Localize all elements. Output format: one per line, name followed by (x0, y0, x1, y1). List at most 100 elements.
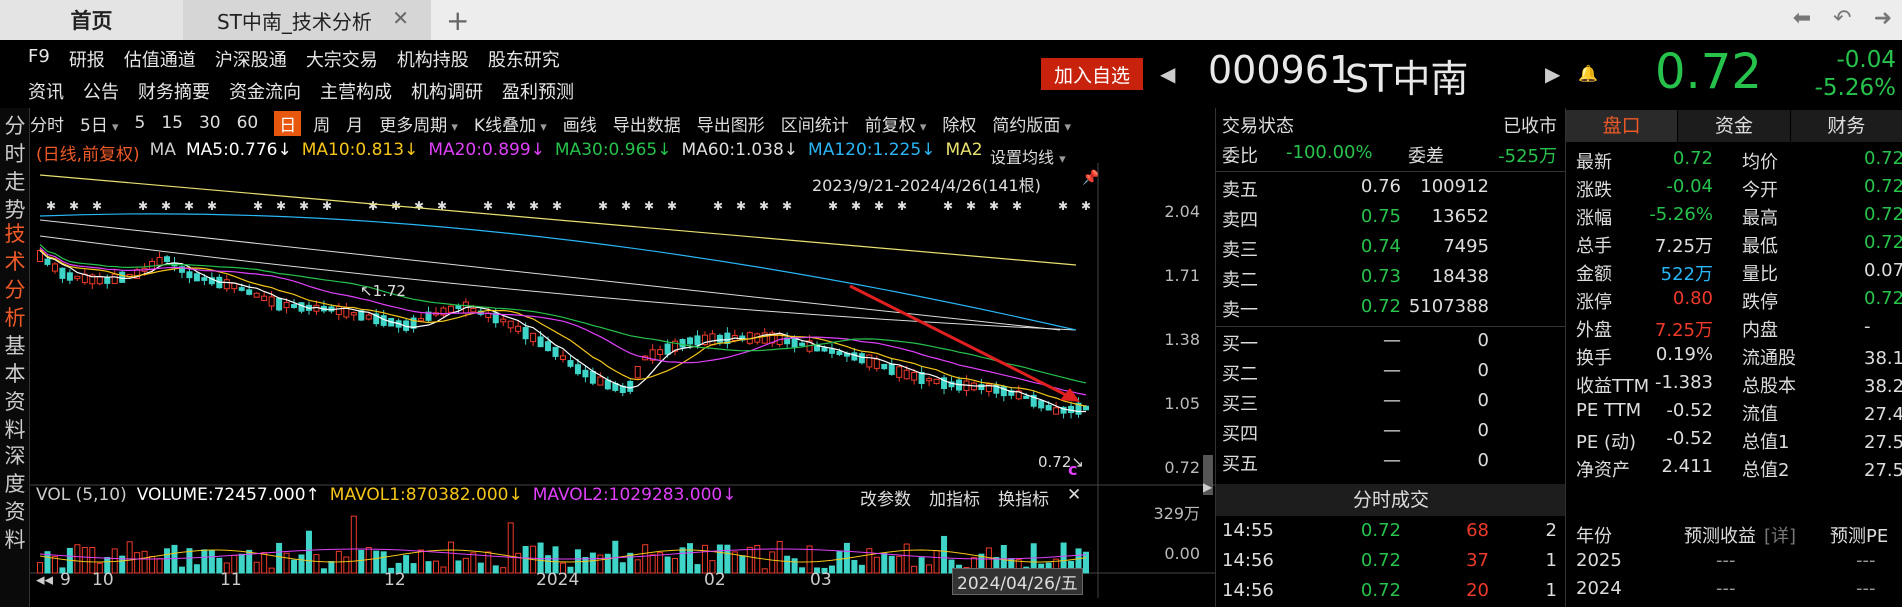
prev-stock-icon[interactable]: ◀ (1160, 62, 1175, 86)
event-marker[interactable]: ✱ (644, 199, 654, 213)
ask-row[interactable]: 卖三 0.74 7495 (1216, 236, 1561, 266)
volume-bar (328, 561, 335, 574)
event-marker[interactable]: ✱ (299, 199, 309, 213)
menu-item[interactable]: 大宗交易 (306, 46, 378, 72)
scroll-left-icon[interactable]: ◂◂ (36, 570, 53, 590)
event-marker[interactable]: ✱ (598, 199, 608, 213)
bell-icon[interactable]: 🔔 (1578, 64, 1598, 83)
event-marker[interactable]: ✱ (437, 199, 447, 213)
volume-bar (537, 542, 544, 574)
menu-item[interactable]: 盈利预测 (502, 78, 574, 104)
event-marker[interactable]: ✱ (667, 199, 677, 213)
volume-bar (687, 543, 694, 574)
event-marker[interactable]: ✱ (828, 199, 838, 213)
event-marker[interactable]: ✱ (851, 199, 861, 213)
close-icon[interactable]: ✕ (392, 6, 409, 30)
candle-body (1023, 395, 1030, 399)
candle-body (858, 353, 865, 364)
tab-quote[interactable]: 盘口 (1566, 110, 1679, 142)
menu-item[interactable]: 资金流向 (229, 78, 301, 104)
event-marker[interactable]: ✱ (1081, 199, 1091, 213)
bid-row[interactable]: 买四 — 0 (1216, 420, 1561, 450)
event-marker[interactable]: ✱ (874, 199, 884, 213)
event-marker[interactable]: ✱ (253, 199, 263, 213)
event-marker[interactable]: ✱ (322, 199, 332, 213)
event-marker[interactable]: ✱ (989, 199, 999, 213)
add-tab-icon[interactable]: + (446, 4, 469, 37)
event-marker[interactable]: ✱ (1012, 199, 1022, 213)
event-marker[interactable]: ✱ (506, 199, 516, 213)
candle-body (873, 358, 880, 369)
event-marker[interactable]: ✱ (736, 199, 746, 213)
edit-params-button[interactable]: 改参数 (860, 485, 911, 510)
ask-row[interactable]: 卖一 0.72 5107388 (1216, 296, 1561, 326)
event-marker[interactable]: ✱ (897, 199, 907, 213)
tab-technical-analysis[interactable]: ST中南_技术分析 ✕ (183, 0, 431, 40)
undo-icon[interactable]: ↶ (1833, 6, 1851, 31)
event-marker[interactable]: ✱ (966, 199, 976, 213)
quote-value: 0.19% (1655, 344, 1713, 365)
menu-item[interactable]: F9 (28, 46, 50, 72)
event-marker[interactable]: ✱ (943, 199, 953, 213)
event-marker[interactable]: ✱ (1058, 199, 1068, 213)
ask-row[interactable]: 卖四 0.75 13652 (1216, 206, 1561, 236)
menu-item[interactable]: 财务摘要 (138, 78, 210, 104)
event-marker[interactable]: ✱ (552, 199, 562, 213)
bid-label: 买五 (1222, 454, 1258, 475)
menu-item[interactable]: 主营构成 (320, 78, 392, 104)
event-marker[interactable]: ✱ (782, 199, 792, 213)
tab-home[interactable]: 首页 (0, 0, 183, 40)
bid-row[interactable]: 买三 — 0 (1216, 390, 1561, 420)
event-marker[interactable]: ✱ (621, 199, 631, 213)
next-stock-icon[interactable]: ▶ (1545, 62, 1560, 86)
menu-item[interactable]: 公告 (83, 78, 119, 104)
volume-tools: 改参数 加指标 换指标 ✕ (860, 485, 1081, 510)
event-marker[interactable]: ✱ (161, 199, 171, 213)
ask-price: 0.76 (1360, 176, 1401, 197)
event-marker[interactable]: ✱ (368, 199, 378, 213)
event-marker[interactable]: ✱ (713, 199, 723, 213)
forecast-year-header: 年份 (1576, 526, 1612, 547)
volume-bar (186, 548, 193, 574)
ask-row[interactable]: 卖二 0.73 18438 (1216, 266, 1561, 296)
add-to-watchlist-button[interactable]: 加入自选 (1041, 58, 1143, 90)
event-marker[interactable]: ✱ (92, 199, 102, 213)
menu-item[interactable]: 估值通道 (124, 46, 196, 72)
candle-body (926, 378, 933, 382)
forecast-year: 2024 (1576, 578, 1622, 599)
forward-icon[interactable]: ➜ (1874, 6, 1892, 31)
menu-item[interactable]: 研报 (69, 46, 105, 72)
back-icon[interactable]: ⬅ (1793, 6, 1811, 31)
event-marker[interactable]: ✱ (414, 199, 424, 213)
bid-row[interactable]: 买一 — 0 (1216, 330, 1561, 360)
add-indicator-button[interactable]: 加指标 (929, 485, 980, 510)
tab-finance[interactable]: 财务 (1790, 110, 1902, 142)
event-marker[interactable]: ✱ (207, 199, 217, 213)
menu-item[interactable]: 资讯 (28, 78, 64, 104)
event-marker[interactable]: ✱ (759, 199, 769, 213)
event-marker[interactable]: ✱ (276, 199, 286, 213)
switch-indicator-button[interactable]: 换指标 (998, 485, 1049, 510)
event-marker[interactable]: ✱ (46, 199, 56, 213)
close-icon[interactable]: ✕ (1067, 485, 1081, 510)
event-marker[interactable]: ✱ (138, 199, 148, 213)
volume-bar (918, 557, 925, 574)
menu-item[interactable]: 沪深股通 (215, 46, 287, 72)
candle-body (589, 370, 596, 384)
kline-chart[interactable]: ✱✱✱✱✱✱✱✱✱✱✱✱✱✱✱✱✱✱✱✱✱✱✱✱✱✱✱✱✱✱✱✱✱✱✱✱✱ (0, 108, 1215, 607)
forecast-detail-link[interactable]: [详] (1764, 522, 1796, 548)
volume-bar (320, 568, 327, 574)
event-marker[interactable]: ✱ (483, 199, 493, 213)
event-marker[interactable]: ✱ (69, 199, 79, 213)
menu-item[interactable]: 机构持股 (397, 46, 469, 72)
ask-row[interactable]: 卖五 0.76 100912 (1216, 176, 1561, 206)
ma-line (39, 174, 1077, 266)
event-marker[interactable]: ✱ (529, 199, 539, 213)
menu-item[interactable]: 股东研究 (488, 46, 560, 72)
menu-item[interactable]: 机构调研 (411, 78, 483, 104)
tab-funds[interactable]: 资金 (1678, 110, 1791, 142)
collapse-icon[interactable]: ▶ (1203, 480, 1212, 494)
event-marker[interactable]: ✱ (184, 199, 194, 213)
bid-row[interactable]: 买二 — 0 (1216, 360, 1561, 390)
bid-row[interactable]: 买五 — 0 (1216, 450, 1561, 480)
